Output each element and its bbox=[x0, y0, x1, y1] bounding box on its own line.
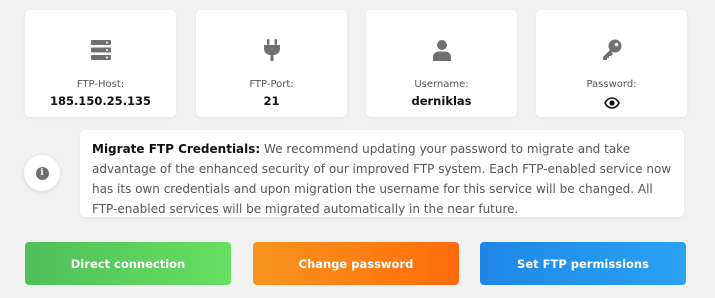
eye-icon[interactable] bbox=[603, 94, 620, 113]
username-card: Username: derniklas bbox=[366, 10, 517, 117]
info-badge: i bbox=[24, 155, 60, 191]
password-label: Password: bbox=[586, 79, 637, 90]
ftp-port-value: 21 bbox=[263, 94, 280, 108]
direct-connection-button[interactable]: Direct connection bbox=[25, 242, 231, 285]
ftp-port-label: FTP-Port: bbox=[249, 79, 294, 90]
ftp-host-card: FTP-Host: 185.150.25.135 bbox=[25, 10, 176, 117]
key-icon bbox=[600, 38, 624, 62]
username-value: derniklas bbox=[411, 94, 472, 108]
migration-notice: Migrate FTP Credentials: We recommend up… bbox=[80, 130, 684, 217]
server-icon bbox=[89, 38, 113, 62]
user-icon bbox=[430, 38, 454, 62]
ftp-port-card: FTP-Port: 21 bbox=[196, 10, 347, 117]
ftp-host-label: FTP-Host: bbox=[76, 79, 125, 90]
plug-icon bbox=[260, 38, 284, 62]
ftp-host-value: 185.150.25.135 bbox=[49, 94, 152, 108]
password-card: Password: bbox=[536, 10, 687, 117]
notice-title: Migrate FTP Credentials: bbox=[92, 142, 261, 156]
info-icon: i bbox=[35, 166, 49, 180]
set-ftp-permissions-button[interactable]: Set FTP permissions bbox=[480, 242, 686, 285]
username-label: Username: bbox=[414, 79, 469, 90]
change-password-button[interactable]: Change password bbox=[253, 242, 459, 285]
